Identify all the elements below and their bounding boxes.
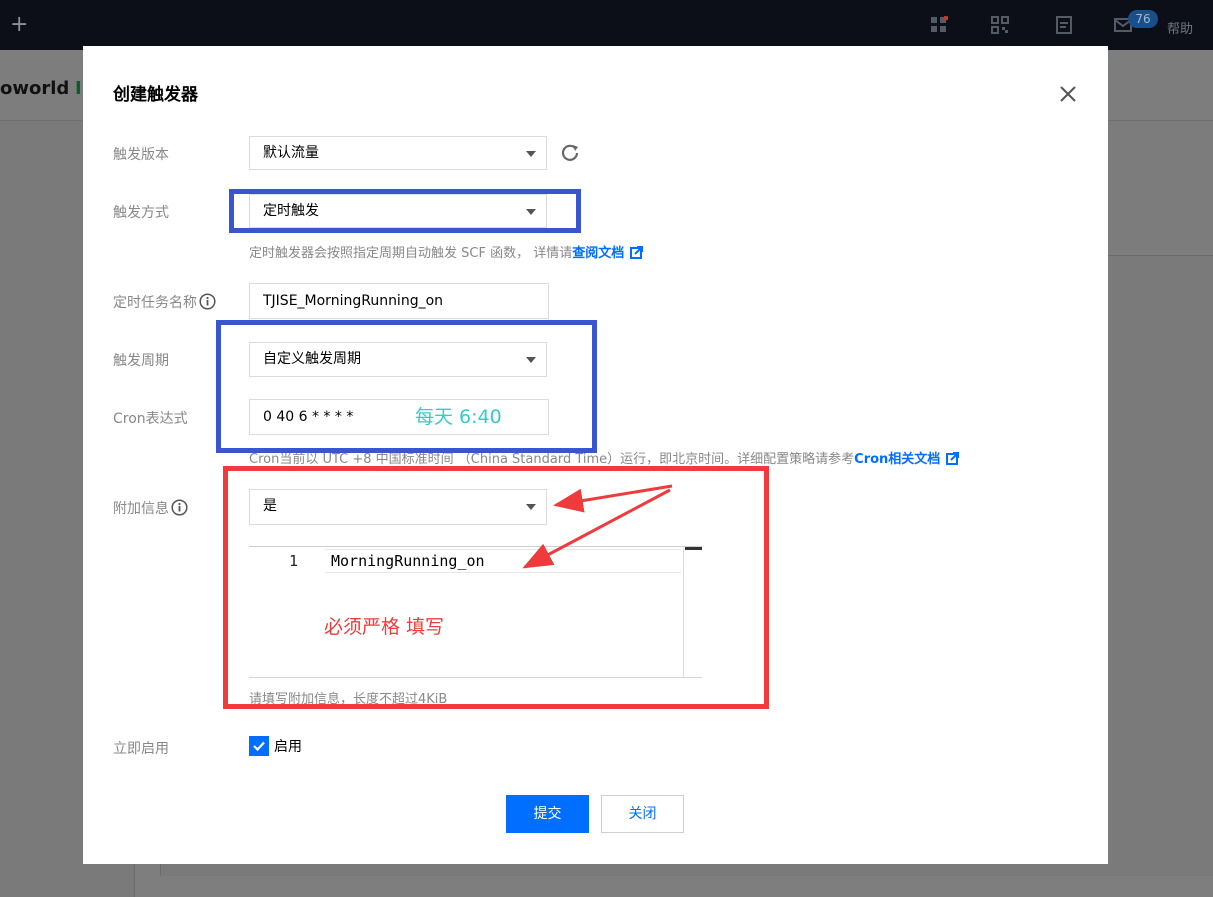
background-page-title: oworld <box>0 78 70 99</box>
enable-checkbox-label[interactable]: 启用 <box>274 736 302 756</box>
cron-help-text: Cron当前以 UTC +8 中国标准时间 （China Standard Ti… <box>249 452 855 467</box>
enable-checkbox[interactable] <box>249 736 269 756</box>
background-title-suffix: I <box>75 78 82 99</box>
close-button[interactable]: 关闭 <box>601 795 684 833</box>
top-navbar: + 76 帮助 <box>0 0 1213 50</box>
annotation-cron-note: 每天 6:40 <box>415 406 502 428</box>
trigger-version-value: 默认流量 <box>263 145 319 161</box>
add-icon[interactable]: + <box>10 12 28 37</box>
check-icon <box>253 741 265 752</box>
enable-now-label: 立即启用 <box>113 741 169 757</box>
document-icon[interactable] <box>1055 16 1073 34</box>
cron-label: Cron表达式 <box>113 411 188 427</box>
annotation-box-cron <box>216 320 597 453</box>
info-icon[interactable] <box>199 293 216 310</box>
trigger-period-label: 触发周期 <box>113 353 169 369</box>
qrcode-icon[interactable] <box>991 16 1009 34</box>
trigger-method-help-text: 定时触发器会按照指定周期自动触发 SCF 函数， 详情请 <box>249 246 573 261</box>
annotation-extra-note: 必须严格 填写 <box>324 616 445 638</box>
cron-docs-link[interactable]: Cron相关文档 <box>854 452 940 467</box>
apps-icon[interactable] <box>930 15 949 34</box>
modal-title: 创建触发器 <box>113 85 198 105</box>
docs-link[interactable]: 查阅文档 <box>572 246 624 261</box>
trigger-method-help: 定时触发器会按照指定周期自动触发 SCF 函数， 详情请查阅文档 <box>249 242 644 261</box>
refresh-icon[interactable] <box>559 142 581 164</box>
submit-button[interactable]: 提交 <box>506 795 589 833</box>
task-name-input[interactable]: TJISE_MorningRunning_on <box>249 283 549 319</box>
external-link-icon[interactable] <box>946 452 960 465</box>
trigger-version-select[interactable]: 默认流量 <box>249 136 547 170</box>
chevron-down-icon <box>526 151 536 157</box>
create-trigger-modal: 创建触发器 触发版本 默认流量 触发方式 定时触发 定时触发器会按照指定周期自动… <box>83 46 1108 864</box>
annotation-box-extra-info <box>223 466 769 709</box>
annotation-box-trigger-method <box>229 189 581 233</box>
mail-count-badge: 76 <box>1128 10 1158 28</box>
info-icon[interactable] <box>171 499 188 516</box>
extra-info-label: 附加信息 <box>113 498 188 518</box>
help-link[interactable]: 帮助 <box>1167 18 1193 37</box>
task-name-label: 定时任务名称 <box>113 292 216 312</box>
close-icon[interactable] <box>1056 82 1080 106</box>
trigger-version-label: 触发版本 <box>113 147 169 163</box>
external-link-icon[interactable] <box>630 246 644 259</box>
trigger-method-label: 触发方式 <box>113 205 169 221</box>
background-strip <box>1108 121 1213 251</box>
